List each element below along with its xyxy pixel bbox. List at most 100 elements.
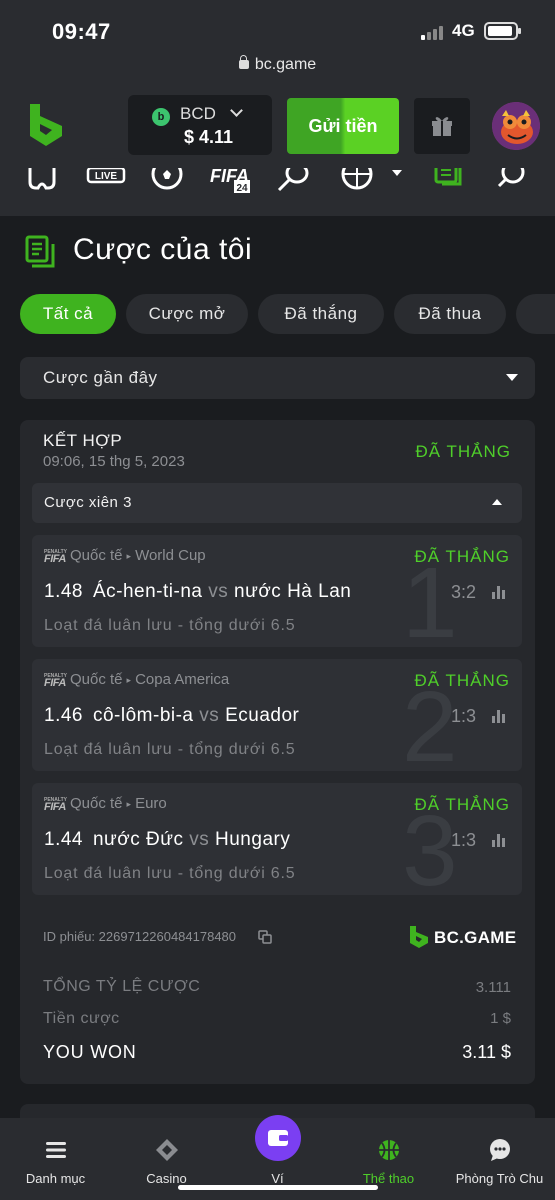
avatar[interactable] <box>492 102 540 150</box>
bet-leg[interactable]: 3 PENALTY FIFA Quốc tế ▸ Euro ĐÃ THẮNG 1.44… <box>32 783 522 895</box>
nav-chat[interactable]: Phòng Trò Chu <box>444 1118 555 1200</box>
league-path: Quốc tế ▸ Euro <box>70 795 167 812</box>
status-badge: ĐÃ THẮNG <box>415 442 511 461</box>
currency-label: BCD <box>180 104 216 123</box>
bet-time: 09:06, 15 thg 5, 2023 <box>43 453 185 470</box>
status-time: 09:47 <box>52 19 111 44</box>
market-label: Loạt đá luân lưu - tổng dưới 6.5 <box>44 617 296 634</box>
penalty-fifa-icon: PENALTY FIFA <box>44 673 67 689</box>
bc-logo-icon[interactable] <box>26 102 66 148</box>
home-indicator[interactable] <box>178 1185 378 1190</box>
league-path: Quốc tế ▸ Copa America <box>70 671 230 688</box>
leg-number: 1 <box>402 547 458 647</box>
filter-all[interactable]: Tất cả <box>20 294 116 334</box>
filter-won[interactable]: Đã thắng <box>258 294 384 334</box>
leg-status: ĐÃ THẮNG <box>414 547 510 566</box>
bc-game-logo: BC.GAME <box>408 925 516 949</box>
home-icon[interactable] <box>26 168 58 196</box>
address-bar[interactable]: bc.game <box>0 55 555 74</box>
filter-lost[interactable]: Đã thua <box>394 294 506 334</box>
battery-icon <box>484 22 521 40</box>
bet-type: KẾT HỢP <box>43 431 123 450</box>
won-label: YOU WON <box>43 1042 137 1062</box>
chat-icon <box>490 1139 510 1161</box>
filter-more[interactable] <box>516 294 555 334</box>
match-score: 1:3 <box>450 706 476 726</box>
stake-label: Tiền cược <box>43 1010 120 1027</box>
bcd-coin-icon: b <box>152 108 170 126</box>
nav-label: Casino <box>146 1171 187 1186</box>
fifa-icon[interactable]: FIFA 24 <box>210 168 252 196</box>
nav-label: Phòng Trò Chu <box>455 1171 544 1186</box>
signal-icon <box>421 24 445 40</box>
wallet-button[interactable] <box>255 1115 301 1161</box>
caret-up-icon <box>492 499 502 505</box>
ticket-id: ID phiếu: 2269712260484178480 <box>43 929 237 944</box>
gift-button[interactable] <box>414 98 470 154</box>
page-title: Cược của tôi <box>73 233 253 266</box>
copy-icon[interactable] <box>258 930 272 944</box>
bc-logo-icon <box>410 926 428 948</box>
nav-label: Thể thao <box>362 1171 415 1186</box>
nav-label: Danh mục <box>25 1171 86 1186</box>
caret-down-icon <box>506 374 518 381</box>
won-amount: 3.11 $ <box>462 1042 511 1062</box>
match-line: 1.46 cô-lôm-bi-a vs Ecuador <box>44 705 300 726</box>
match-line: 1.48 Ác-hen-ti-na vs nước Hà Lan <box>44 581 352 602</box>
stats-icon[interactable] <box>492 585 508 599</box>
avatar-icon <box>492 102 540 150</box>
leg-number: 2 <box>402 671 458 771</box>
balance-value: $ 4.11 <box>184 127 234 147</box>
total-odds-label: TỔNG TỶ LỆ CƯỢC <box>43 978 201 995</box>
bet-card: KẾT HỢP 09:06, 15 thg 5, 2023 ĐÃ THẮNG C… <box>20 420 535 1084</box>
league-path: Quốc tế ▸ World Cup <box>70 547 206 564</box>
network-type: 4G <box>452 21 475 40</box>
stake-value: 1 $ <box>490 1010 511 1027</box>
my-bets-icon <box>25 235 55 268</box>
menu-icon <box>46 1142 66 1158</box>
penalty-fifa-icon: PENALTY FIFA <box>44 549 67 565</box>
basketball-icon <box>379 1140 399 1160</box>
caret-down-icon[interactable] <box>390 168 404 196</box>
match-score: 1:3 <box>450 830 476 850</box>
sports-nav: LIVE FIFA 24 <box>0 168 555 216</box>
parlay-toggle[interactable]: Cược xiên 3 <box>32 483 522 523</box>
penalty-fifa-icon: PENALTY FIFA <box>44 797 67 813</box>
lock-icon <box>238 55 249 69</box>
svg-text:LIVE: LIVE <box>95 171 118 182</box>
live-icon[interactable]: LIVE <box>86 168 126 196</box>
filter-open[interactable]: Cược mở <box>126 294 248 334</box>
deposit-button[interactable]: Gửi tiền <box>287 98 399 154</box>
site-header: b BCD $ 4.11 Gửi tiền <box>0 88 555 168</box>
match-score: 3:2 <box>450 582 476 602</box>
market-label: Loạt đá luân lưu - tổng dưới 6.5 <box>44 865 296 882</box>
chevron-down-icon <box>230 104 243 117</box>
bet-leg[interactable]: 1 PENALTY FIFA Quốc tế ▸ World Cup ĐÃ THẮNG… <box>32 535 522 647</box>
casino-icon <box>156 1139 178 1161</box>
parlay-label: Cược xiên 3 <box>44 494 132 511</box>
wallet-icon <box>268 1130 288 1146</box>
bet-leg[interactable]: 2 PENALTY FIFA Quốc tế ▸ Copa America ĐÃ TH… <box>32 659 522 771</box>
leg-number: 3 <box>402 795 458 895</box>
leg-status: ĐÃ THẮNG <box>414 671 510 690</box>
match-line: 1.44 nước Đức vs Hungary <box>44 829 291 850</box>
nav-menu[interactable]: Danh mục <box>0 1118 111 1200</box>
svg-text:24: 24 <box>236 183 248 194</box>
soccer-icon[interactable] <box>151 168 183 196</box>
select-value: Cược gần đây <box>43 368 158 387</box>
total-odds-value: 3.111 <box>475 979 511 996</box>
leg-status: ĐÃ THẮNG <box>414 795 510 814</box>
currency-selector[interactable]: b BCD $ 4.11 <box>128 95 272 155</box>
url-text: bc.game <box>254 56 317 73</box>
market-label: Loạt đá luân lưu - tổng dưới 6.5 <box>44 741 296 758</box>
gift-icon <box>432 117 452 136</box>
basketball-icon[interactable] <box>340 168 374 196</box>
my-bets-icon[interactable] <box>434 168 464 196</box>
tennis-icon[interactable] <box>277 168 309 196</box>
nav-label: Ví <box>271 1171 284 1186</box>
stats-icon[interactable] <box>492 709 508 723</box>
search-icon[interactable] <box>497 168 527 196</box>
stats-icon[interactable] <box>492 833 508 847</box>
recent-bets-select[interactable]: Cược gần đây <box>20 357 535 399</box>
status-bar: 09:47 4G bc.game <box>0 0 555 88</box>
